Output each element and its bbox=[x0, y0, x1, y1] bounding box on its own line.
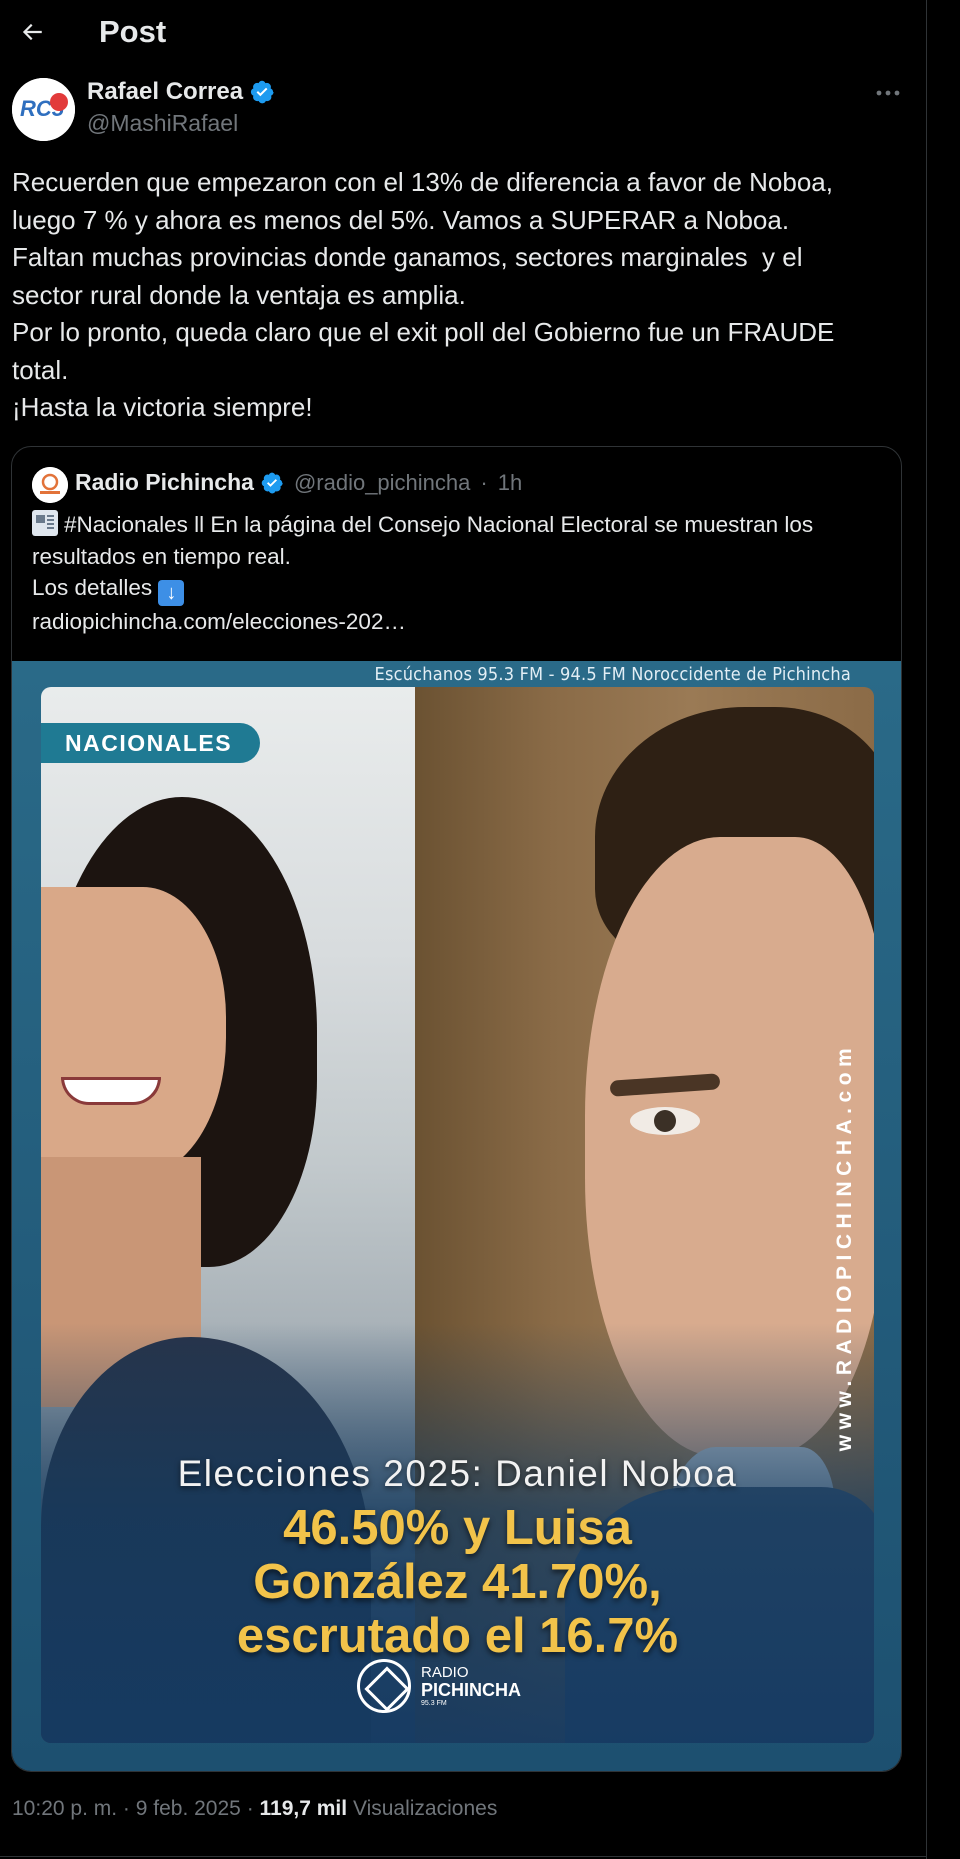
post-text-line: luego 7 % y ahora es menos del 5%. Vamos… bbox=[12, 204, 790, 235]
views-label: Visualizaciones bbox=[352, 1797, 498, 1820]
post-time[interactable]: 10:20 p. m. bbox=[12, 1797, 117, 1820]
post-column: Post RC5 Rafael Correa @MashiRafael Recu… bbox=[0, 0, 927, 1859]
quoted-author-name[interactable]: Radio Pichincha bbox=[75, 469, 254, 496]
divider bbox=[0, 1856, 927, 1857]
post-text-line: Por lo pronto, queda claro que el exit p… bbox=[12, 317, 835, 347]
radio-logo-icon bbox=[357, 1659, 411, 1713]
author-handle[interactable]: @MashiRafael bbox=[87, 110, 238, 137]
more-dots-icon bbox=[876, 90, 900, 96]
quoted-post-image[interactable]: Escúchanos 95.3 FM - 94.5 FM Noroccident… bbox=[12, 661, 901, 1771]
author-avatar[interactable]: RC5 bbox=[12, 78, 75, 141]
post-text-line: Recuerden que empezaron con el 13% de di… bbox=[12, 167, 833, 197]
views-count: 119,7 mil bbox=[259, 1797, 348, 1820]
arrow-left-icon bbox=[22, 23, 42, 41]
post-text-line: total. bbox=[12, 354, 69, 385]
back-button[interactable] bbox=[12, 12, 52, 52]
image-top-banner: Escúchanos 95.3 FM - 94.5 FM Noroccident… bbox=[374, 664, 851, 685]
quoted-time[interactable]: 1h bbox=[498, 470, 522, 496]
post-meta: 10:20 p. m. · 9 feb. 2025 · 119,7 mil Vi… bbox=[12, 1797, 498, 1820]
quoted-author-avatar[interactable] bbox=[32, 467, 68, 503]
down-arrow-emoji-icon: ↓ bbox=[158, 580, 185, 606]
quoted-separator: · bbox=[480, 469, 488, 495]
verified-badge-icon bbox=[250, 80, 274, 104]
quoted-link[interactable]: radiopichincha.com/elecciones-202… bbox=[32, 609, 406, 634]
nacionales-badge: NACIONALES bbox=[41, 723, 261, 763]
rc5-logo-icon: RC5 bbox=[12, 78, 75, 141]
post-text-line: Faltan muchas provincias donde ganamos, … bbox=[12, 242, 803, 272]
quoted-post-card[interactable]: Radio Pichincha @radio_pichincha · 1h #N… bbox=[11, 446, 902, 1772]
image-side-url: www.RADIOPICHINCHA.com bbox=[833, 1042, 857, 1452]
post-text-line: ¡Hasta la victoria siempre! bbox=[12, 392, 313, 422]
page-title: Post bbox=[99, 14, 167, 49]
post-text-line: sector rural donde la ventaja es amplia. bbox=[12, 279, 466, 310]
quoted-text-line: #Nacionales ll En la página del Consejo … bbox=[64, 512, 814, 537]
quoted-text-line: resultados en tiempo real. bbox=[32, 543, 291, 569]
quoted-text: #Nacionales ll En la página del Consejo … bbox=[32, 509, 892, 638]
top-bar: Post bbox=[0, 0, 927, 64]
image-headline-line: Elecciones 2025: Daniel Noboa bbox=[177, 1453, 738, 1494]
radio-pichincha-logo-icon bbox=[32, 467, 68, 503]
post-text: Recuerden que empezaron con el 13% de di… bbox=[12, 164, 912, 427]
image-headline-result: 46.50% y Luisa González 41.70%, escrutad… bbox=[236, 1501, 679, 1663]
quoted-text-line: Los detalles bbox=[32, 575, 153, 600]
post-date[interactable]: 9 feb. 2025 bbox=[136, 1797, 241, 1820]
verified-badge-icon bbox=[261, 472, 283, 493]
image-photo-frame: NACIONALES www.RADIOPICHINCHA.com Elecci… bbox=[41, 687, 874, 1743]
more-options-button[interactable] bbox=[868, 78, 908, 108]
image-radio-logo: RADIO PICHINCHA 95.3 FM bbox=[357, 1659, 521, 1713]
author-name[interactable]: Rafael Correa bbox=[87, 78, 243, 106]
image-headline: Elecciones 2025: Daniel Noboa 46.50% y L… bbox=[41, 1453, 874, 1663]
newspaper-emoji-icon bbox=[32, 510, 58, 536]
quoted-author-handle[interactable]: @radio_pichincha bbox=[294, 470, 470, 496]
